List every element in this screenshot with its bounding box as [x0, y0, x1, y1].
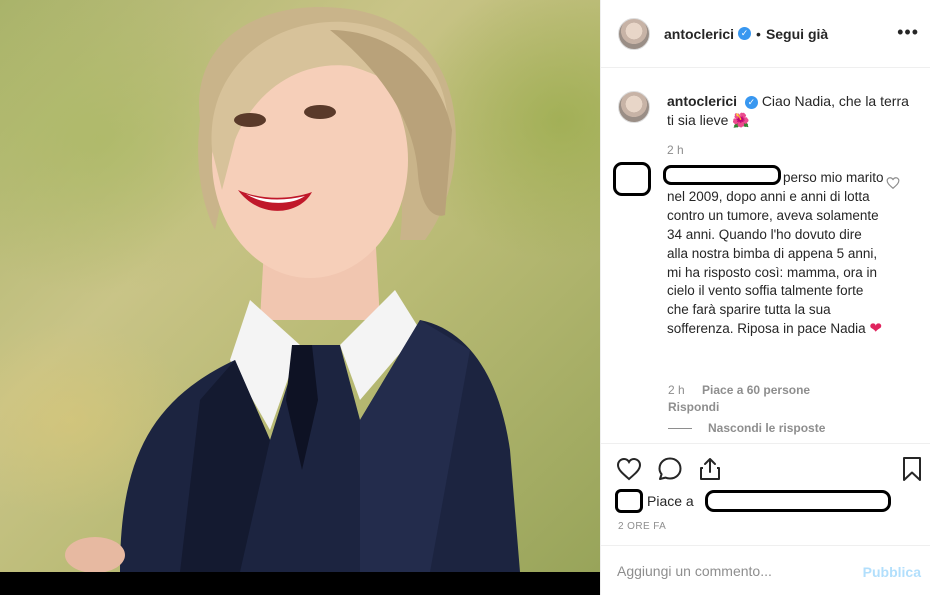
flower-emoji: 🌺	[732, 112, 750, 128]
like-heart-icon[interactable]	[616, 456, 642, 482]
likes-summary: Piace a	[615, 489, 925, 515]
redacted-commenter-avatar[interactable]	[613, 162, 651, 196]
author-username[interactable]: antoclerici	[664, 26, 734, 42]
comment-like-heart-icon[interactable]	[886, 176, 900, 190]
photo-bottom-bar	[0, 572, 600, 595]
reply-meta: 2 h Piace a 60 persone	[668, 383, 810, 397]
header-separator: •	[756, 25, 761, 42]
comment-input[interactable]	[617, 563, 837, 579]
bookmark-icon[interactable]	[899, 456, 925, 482]
hide-replies-label: Nascondi le risposte	[708, 421, 826, 435]
author-avatar[interactable]	[618, 17, 650, 50]
following-button[interactable]: Segui già	[766, 26, 828, 42]
red-heart-emoji: ❤	[869, 320, 882, 338]
reply-button[interactable]: Rispondi	[668, 400, 719, 414]
redacted-liker-name	[705, 490, 891, 512]
post-actions-bar	[601, 443, 930, 493]
hide-replies-button[interactable]: Nascondi le risposte	[668, 421, 825, 435]
reply-likes-count[interactable]: Piace a 60 persone	[702, 383, 810, 397]
post-photo[interactable]	[0, 0, 600, 572]
hide-replies-line	[668, 427, 692, 429]
caption-username[interactable]: antoclerici	[667, 93, 737, 109]
reply-timestamp[interactable]: 2 h	[668, 383, 685, 397]
caption-text: antoclerici ✓ Ciao Nadia, che la terra t…	[667, 92, 919, 130]
post-side-panel: antoclerici ✓ • Segui già ••• antocleric…	[600, 0, 930, 595]
redacted-liker-avatar[interactable]	[615, 489, 643, 513]
reply-body: perso mio marito nel 2009, dopo anni e a…	[667, 170, 884, 337]
reply-comment-text: perso mio marito nel 2009, dopo anni e a…	[667, 169, 885, 339]
redacted-commenter-name	[663, 165, 781, 185]
photo-illustration	[65, 6, 520, 572]
more-options-icon[interactable]: •••	[897, 22, 919, 43]
post-time-ago[interactable]: 2 ORE FA	[618, 521, 666, 532]
caption-timestamp[interactable]: 2 h	[667, 143, 684, 157]
comment-bubble-icon[interactable]	[657, 456, 683, 482]
add-comment-bar: Pubblica	[601, 545, 930, 595]
verified-badge-icon: ✓	[738, 27, 752, 40]
caption-author-avatar[interactable]	[618, 91, 650, 123]
share-upload-icon[interactable]	[697, 456, 723, 482]
likes-prefix: Piace a	[647, 493, 694, 509]
verified-badge-icon: ✓	[744, 95, 758, 109]
publish-button[interactable]: Pubblica	[863, 564, 921, 580]
comments-list[interactable]: antoclerici ✓ Ciao Nadia, che la terra t…	[601, 69, 930, 443]
post-header: antoclerici ✓ • Segui già •••	[601, 0, 930, 68]
